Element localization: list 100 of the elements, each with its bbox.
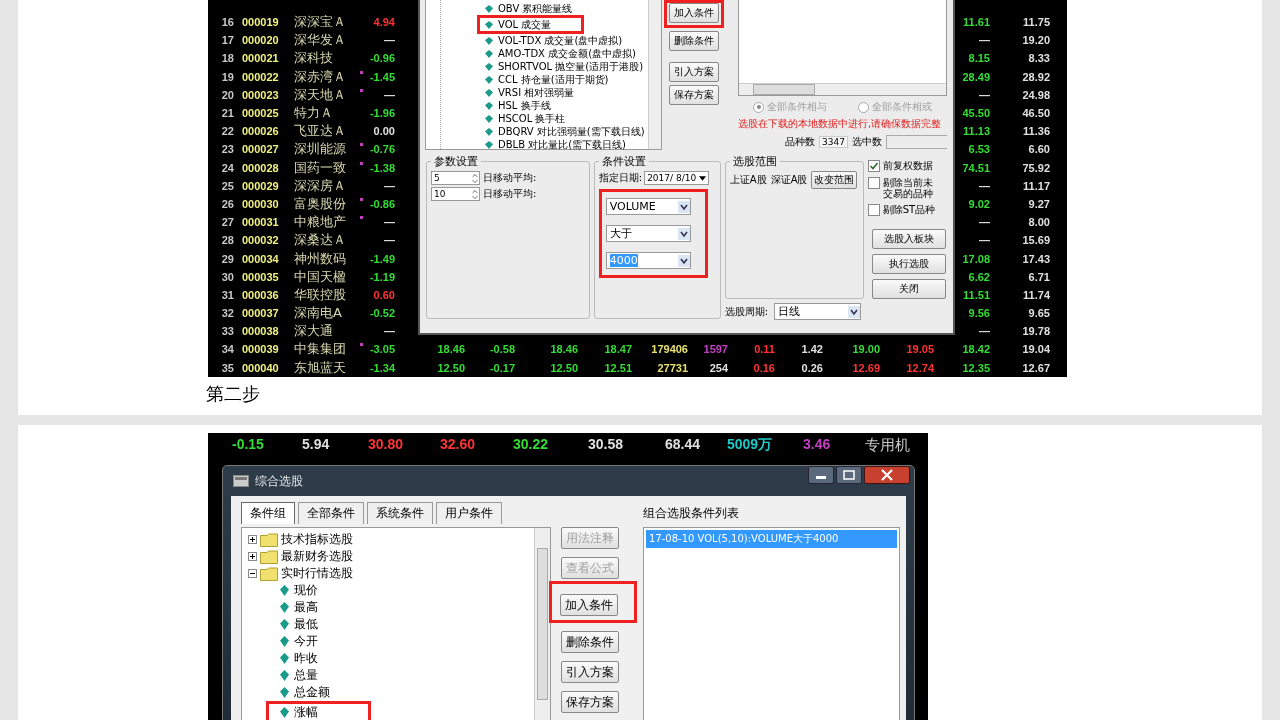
tree-item[interactable]: 涨幅 [276, 704, 318, 720]
stock-name: 东旭蓝天 [293, 358, 347, 377]
change-scope-button[interactable]: 改变范围 [811, 171, 858, 189]
field-label: 指定日期: [598, 171, 643, 185]
tab[interactable]: 条件组 [241, 502, 295, 524]
tree-item[interactable]: VOL-TDX 成交量(盘中虚拟) [485, 34, 649, 47]
tree-item[interactable]: VRSI 相对强弱量 [485, 86, 649, 99]
tree-item[interactable]: 最新财务选股 [248, 548, 534, 565]
field-label: 选股周期: [724, 304, 769, 319]
minimize-icon[interactable] [808, 466, 834, 484]
spin-field[interactable]: 10 [431, 187, 480, 201]
maximize-icon[interactable] [836, 466, 862, 484]
quote-value: 28.49 [961, 70, 990, 83]
quote-value: 30.80 [368, 436, 405, 454]
stock-code: 000037 [241, 307, 280, 320]
stock-name: 中国天楹 [293, 267, 347, 286]
minus-box-icon[interactable] [248, 569, 257, 578]
stock-code: 000025 [241, 107, 280, 120]
tree-item[interactable]: 总金额 [276, 684, 534, 701]
tree-item[interactable]: 总量 [276, 667, 534, 684]
dialog-button[interactable]: 加入条件 [560, 594, 618, 616]
tree-item[interactable]: 最低 [276, 616, 534, 633]
tree-item[interactable]: SHORTVOL 抛空量(适用于港股) [485, 60, 649, 73]
tree-item[interactable]: 昨收 [276, 650, 534, 667]
dialog-button[interactable]: 删除条件 [669, 31, 720, 51]
quote-value: 12.51 [603, 361, 632, 374]
dialog-button[interactable]: 加入条件 [669, 3, 720, 23]
dropdown[interactable]: 日线 [774, 303, 862, 320]
quote-value: 11.13 [962, 125, 990, 138]
stock-name: 飞亚达Ａ [293, 122, 347, 141]
checkbox[interactable] [867, 204, 880, 216]
quote-value: 12.74 [905, 361, 934, 374]
stock-code: 000027 [241, 143, 280, 156]
change-value: -1.19 [368, 270, 395, 283]
spin-field[interactable]: 5 [431, 171, 480, 185]
dropdown[interactable]: 大于 [605, 225, 691, 242]
scrollbar[interactable] [648, 0, 662, 149]
spinner-icon[interactable] [471, 172, 479, 184]
radio-button[interactable] [753, 101, 765, 113]
folder-icon [260, 532, 278, 547]
dialog-button[interactable]: 保存方案 [561, 691, 619, 713]
stock-name: 深天地Ａ [293, 85, 347, 104]
scrollbar[interactable] [738, 83, 946, 95]
tab[interactable]: 系统条件 [367, 502, 433, 524]
tree-item[interactable]: 现价 [276, 582, 534, 599]
list-title: 组合选股条件列表 [643, 504, 739, 522]
tree-item[interactable]: AMO-TDX 成交金额(盘中虚拟) [485, 47, 649, 60]
tree-item[interactable]: OBV 累积能量线 [485, 2, 649, 15]
checkbox[interactable] [867, 177, 880, 189]
tree-item[interactable]: 今开 [276, 633, 534, 650]
dropdown[interactable]: VOLUME [605, 198, 691, 215]
stock-name: 特力Ａ [293, 104, 334, 123]
tree-item[interactable]: DBQRV 对比强弱量(需下载日线) [485, 125, 649, 138]
dialog-button[interactable]: 引入方案 [669, 62, 720, 82]
tree-item[interactable]: HSL 换手线 [485, 99, 649, 112]
tree-item[interactable]: DBLB 对比量比(需下载日线) [485, 138, 649, 151]
quote-value: 15.69 [1021, 234, 1050, 247]
scrollbar[interactable] [534, 528, 550, 720]
quote-value: -0.15 [232, 436, 265, 454]
tree-item[interactable]: 最高 [276, 599, 534, 616]
condition-list[interactable] [737, 0, 947, 96]
tree-item[interactable]: VOL 成交量 [485, 18, 552, 31]
tree-item[interactable]: CCL 持仓量(适用于期货) [485, 73, 649, 86]
quote-value: 11.51 [962, 288, 990, 301]
checkbox[interactable] [867, 160, 880, 172]
tab[interactable]: 用户条件 [436, 502, 502, 524]
date-picker[interactable]: 2017/ 8/10 [644, 171, 710, 185]
plus-box-icon[interactable] [248, 535, 257, 544]
dialog-button[interactable]: 引入方案 [561, 661, 619, 683]
change-value: 0.00 [372, 125, 395, 138]
plus-box-icon[interactable] [248, 552, 257, 561]
dialog-button[interactable]: 保存方案 [669, 85, 720, 105]
dialog-button[interactable]: 选股入板块 [871, 229, 946, 249]
change-value: -0.86 [368, 197, 395, 210]
radio-label: 全部条件相与 [767, 100, 828, 114]
quote-value: 254 [708, 361, 728, 374]
row-number: 20 [220, 88, 234, 101]
group-title: 选股范围 [731, 154, 778, 169]
change-value: -0.52 [368, 307, 395, 320]
dialog-button[interactable]: 删除条件 [561, 631, 619, 653]
quote-value: 9.56 [967, 307, 990, 320]
dialog-button[interactable]: 执行选股 [871, 254, 946, 274]
diamond-icon [280, 670, 289, 681]
tree-item[interactable]: 技术指标选股 [248, 531, 534, 548]
quote-value: — [978, 179, 990, 192]
dialog-button[interactable]: 关闭 [871, 279, 946, 299]
tree-item[interactable]: HSCOL 换手柱 [485, 112, 649, 125]
row-number: 29 [220, 252, 234, 265]
close-icon[interactable] [864, 466, 910, 484]
quote-value: — [978, 216, 990, 229]
spinner-icon[interactable] [471, 188, 479, 200]
stock-name: 深深房Ａ [293, 176, 347, 195]
tab[interactable]: 全部条件 [298, 502, 364, 524]
quote-value: 18.46 [436, 343, 465, 356]
quote-value: 17.08 [961, 252, 990, 265]
stock-name: 深大通 [293, 322, 334, 341]
radio-button[interactable] [857, 101, 869, 113]
stock-code: 000036 [241, 288, 280, 301]
tree-item[interactable]: 实时行情选股 [248, 565, 534, 582]
row-number: 32 [220, 307, 234, 320]
